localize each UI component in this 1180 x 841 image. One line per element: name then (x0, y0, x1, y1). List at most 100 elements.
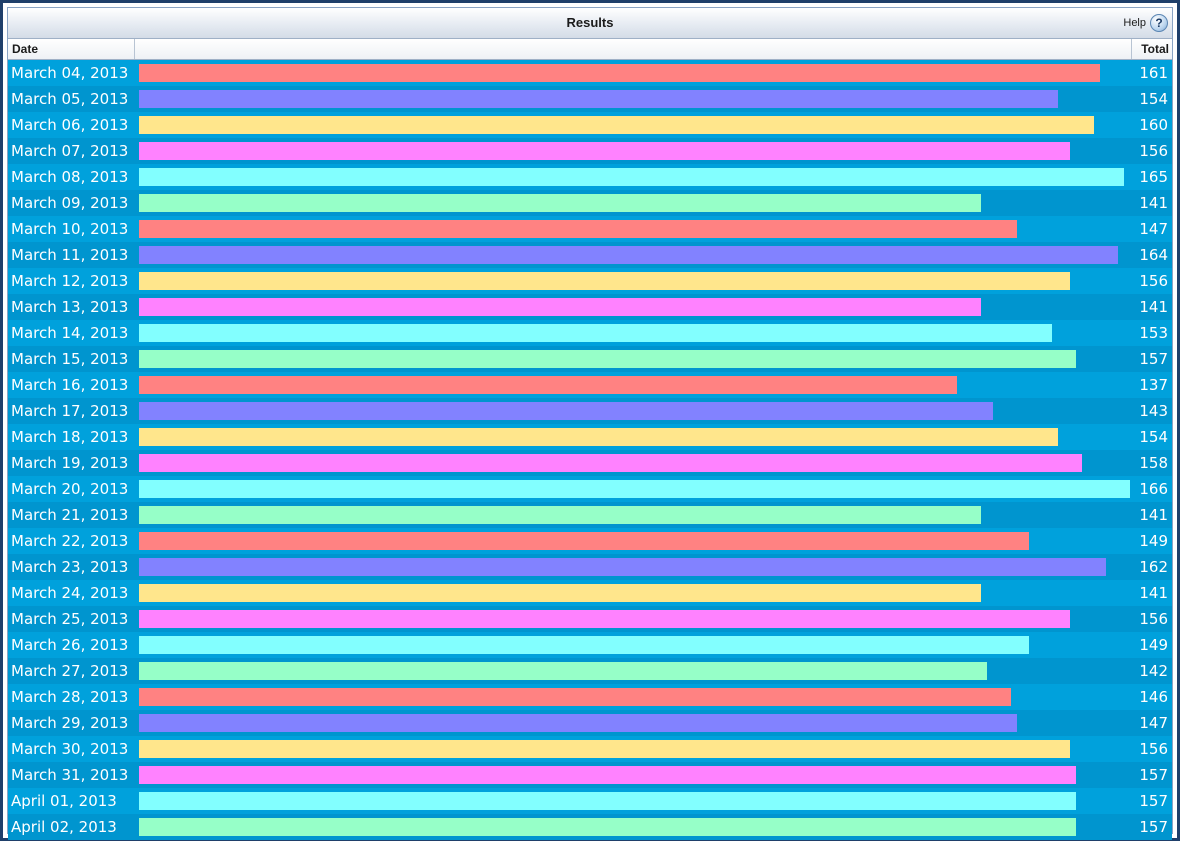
row-date-label: April 01, 2013 (11, 792, 117, 810)
row-total-label: 157 (1139, 766, 1168, 784)
row-total-label: 157 (1139, 350, 1168, 368)
row-total-label: 165 (1139, 168, 1168, 186)
row-date-label: March 26, 2013 (11, 636, 129, 654)
row-total-label: 156 (1139, 610, 1168, 628)
table-row[interactable]: March 22, 2013 149 (8, 528, 1172, 554)
row-total-label: 154 (1139, 428, 1168, 446)
row-total-label: 141 (1139, 298, 1168, 316)
row-bar (139, 246, 1118, 264)
row-total-label: 158 (1139, 454, 1168, 472)
column-header-date[interactable]: Date (8, 39, 135, 59)
row-date-label: March 21, 2013 (11, 506, 129, 524)
table-row[interactable]: March 24, 2013 141 (8, 580, 1172, 606)
table-row[interactable]: March 28, 2013 146 (8, 684, 1172, 710)
table-row[interactable]: March 13, 2013 141 (8, 294, 1172, 320)
row-total-label: 166 (1139, 480, 1168, 498)
results-panel: Results Help ? Date Total March 04, 2013… (7, 7, 1173, 840)
row-bar (139, 584, 981, 602)
row-date-label: April 02, 2013 (11, 818, 117, 836)
row-total-label: 156 (1139, 272, 1168, 290)
column-header: Date Total (8, 39, 1172, 60)
row-bar (139, 428, 1058, 446)
table-row[interactable]: March 15, 2013 157 (8, 346, 1172, 372)
table-row[interactable]: March 14, 2013 153 (8, 320, 1172, 346)
row-bar (139, 402, 993, 420)
table-row[interactable]: April 01, 2013 157 (8, 788, 1172, 814)
row-date-label: March 27, 2013 (11, 662, 129, 680)
table-row[interactable]: March 09, 2013 141 (8, 190, 1172, 216)
table-row[interactable]: March 25, 2013 156 (8, 606, 1172, 632)
row-total-label: 157 (1139, 818, 1168, 836)
column-header-bar (135, 39, 1132, 59)
row-date-label: March 09, 2013 (11, 194, 129, 212)
row-bar (139, 506, 981, 524)
row-total-label: 164 (1139, 246, 1168, 264)
row-total-label: 157 (1139, 792, 1168, 810)
table-row[interactable]: March 16, 2013 137 (8, 372, 1172, 398)
table-row[interactable]: April 02, 2013 157 (8, 814, 1172, 840)
row-date-label: March 14, 2013 (11, 324, 129, 342)
help-icon[interactable]: ? (1150, 14, 1168, 32)
table-row[interactable]: March 12, 2013 156 (8, 268, 1172, 294)
row-date-label: March 23, 2013 (11, 558, 129, 576)
row-total-label: 147 (1139, 220, 1168, 238)
row-total-label: 162 (1139, 558, 1168, 576)
help-button[interactable]: Help ? (1123, 13, 1168, 33)
table-row[interactable]: March 11, 2013 164 (8, 242, 1172, 268)
table-row[interactable]: March 18, 2013 154 (8, 424, 1172, 450)
row-date-label: March 13, 2013 (11, 298, 129, 316)
row-date-label: March 12, 2013 (11, 272, 129, 290)
table-row[interactable]: March 27, 2013 142 (8, 658, 1172, 684)
row-date-label: March 06, 2013 (11, 116, 129, 134)
table-row[interactable]: March 19, 2013 158 (8, 450, 1172, 476)
row-date-label: March 29, 2013 (11, 714, 129, 732)
table-row[interactable]: March 23, 2013 162 (8, 554, 1172, 580)
row-date-label: March 22, 2013 (11, 532, 129, 550)
table-row[interactable]: March 04, 2013 161 (8, 60, 1172, 86)
table-row[interactable]: March 31, 2013 157 (8, 762, 1172, 788)
row-date-label: March 25, 2013 (11, 610, 129, 628)
row-bar (139, 64, 1100, 82)
row-bar (139, 90, 1058, 108)
row-total-label: 156 (1139, 142, 1168, 160)
row-date-label: March 04, 2013 (11, 64, 129, 82)
window-title: Results (566, 15, 614, 30)
table-row[interactable]: March 05, 2013 154 (8, 86, 1172, 112)
row-bar (139, 376, 957, 394)
row-total-label: 141 (1139, 194, 1168, 212)
table-row[interactable]: March 26, 2013 149 (8, 632, 1172, 658)
row-bar (139, 532, 1029, 550)
row-total-label: 153 (1139, 324, 1168, 342)
table-row[interactable]: March 30, 2013 156 (8, 736, 1172, 762)
row-date-label: March 19, 2013 (11, 454, 129, 472)
row-date-label: March 07, 2013 (11, 142, 129, 160)
row-date-label: March 30, 2013 (11, 740, 129, 758)
row-total-label: 160 (1139, 116, 1168, 134)
table-row[interactable]: March 08, 2013 165 (8, 164, 1172, 190)
row-total-label: 143 (1139, 402, 1168, 420)
row-date-label: March 18, 2013 (11, 428, 129, 446)
row-date-label: March 05, 2013 (11, 90, 129, 108)
column-header-total[interactable]: Total (1132, 39, 1172, 59)
row-bar (139, 350, 1076, 368)
row-date-label: March 11, 2013 (11, 246, 129, 264)
row-bar (139, 298, 981, 316)
row-total-label: 137 (1139, 376, 1168, 394)
table-row[interactable]: March 10, 2013 147 (8, 216, 1172, 242)
row-total-label: 141 (1139, 506, 1168, 524)
table-row[interactable]: March 07, 2013 156 (8, 138, 1172, 164)
row-bar (139, 272, 1070, 290)
table-row[interactable]: March 29, 2013 147 (8, 710, 1172, 736)
row-bar (139, 454, 1082, 472)
results-window: Results Help ? Date Total March 04, 2013… (0, 0, 1180, 841)
table-row[interactable]: March 06, 2013 160 (8, 112, 1172, 138)
help-label: Help (1123, 17, 1146, 29)
row-bar (139, 792, 1076, 810)
table-row[interactable]: March 17, 2013 143 (8, 398, 1172, 424)
row-bar (139, 324, 1052, 342)
table-row[interactable]: March 21, 2013 141 (8, 502, 1172, 528)
row-total-label: 149 (1139, 532, 1168, 550)
row-bar (139, 662, 987, 680)
table-row[interactable]: March 20, 2013 166 (8, 476, 1172, 502)
row-total-label: 147 (1139, 714, 1168, 732)
